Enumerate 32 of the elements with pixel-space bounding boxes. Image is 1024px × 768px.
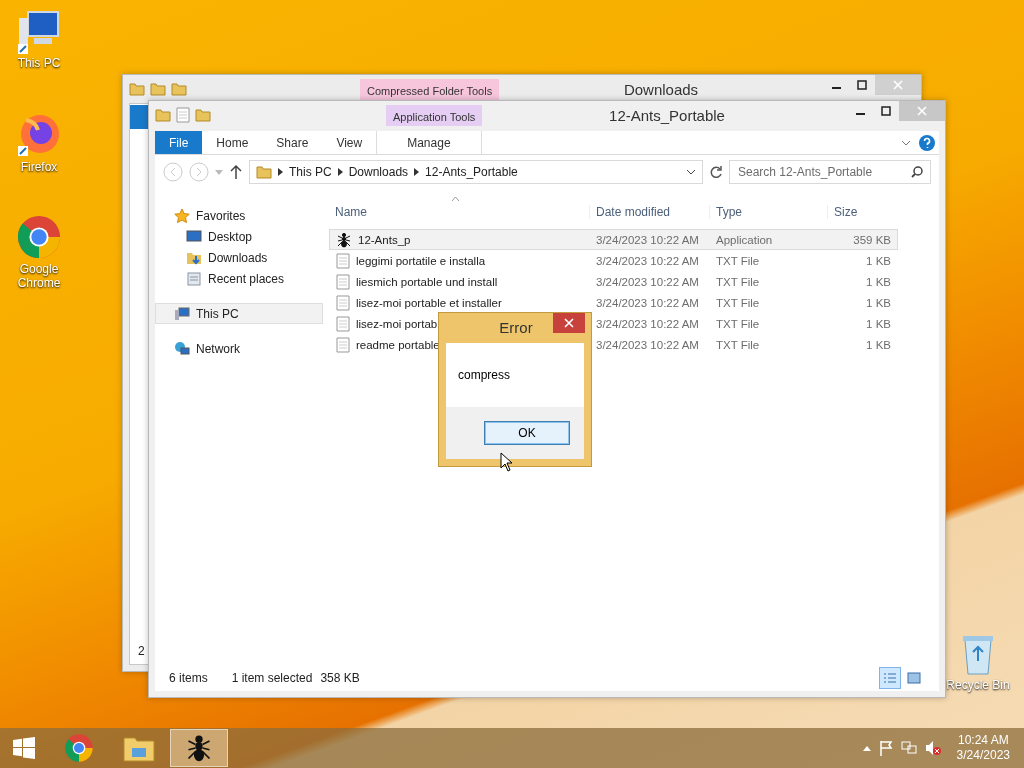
size-cell-text: 1 KB: [865, 295, 892, 311]
dialog-title: Error: [499, 319, 533, 336]
type-cell-text: TXT File: [715, 316, 761, 332]
type-cell: Application: [710, 229, 828, 250]
date-cell: 3/24/2023 10:22 AM: [590, 229, 710, 250]
size-cell: 359 KB: [828, 229, 898, 250]
size-cell-text: 1 KB: [865, 316, 892, 332]
status-text: 2: [137, 644, 146, 660]
selection-size: 358 KB: [320, 671, 360, 685]
selection-status: 1 item selected: [231, 671, 313, 685]
date-cell-text: 3/24/2023 10:22 AM: [595, 274, 700, 290]
type-cell-text: TXT File: [715, 253, 761, 269]
file-name: 12-Ants_p: [358, 233, 411, 246]
size-cell-text: 1 KB: [865, 337, 892, 353]
file-name: liesmich portable und install: [356, 275, 498, 288]
window-title: 12-Ants_Portable: [609, 107, 725, 124]
size-cell-text: 1 KB: [865, 274, 892, 290]
type-cell-text: TXT File: [715, 274, 761, 290]
date-cell-text: 3/24/2023 10:22 AM: [595, 253, 700, 269]
file-name: readme portable: [356, 338, 440, 351]
size-cell-text: 1 KB: [865, 253, 892, 269]
window-title: Downloads: [623, 81, 699, 98]
date-cell-text: 3/24/2023 10:22 AM: [595, 316, 700, 332]
date-cell-text: 3/24/2023 10:22 AM: [595, 337, 700, 353]
date-cell-text: 3/24/2023 10:22 AM: [595, 295, 700, 311]
type-cell-text: TXT File: [715, 295, 761, 311]
file-name: lisez-moi portable et installer: [356, 296, 502, 309]
type-cell-text: TXT File: [715, 337, 761, 353]
error-message: compress: [446, 343, 584, 407]
file-name: leggimi portatile e installa: [356, 254, 486, 267]
item-count: 6 items: [169, 671, 208, 685]
file-name: lisez-moi portab: [356, 317, 438, 330]
